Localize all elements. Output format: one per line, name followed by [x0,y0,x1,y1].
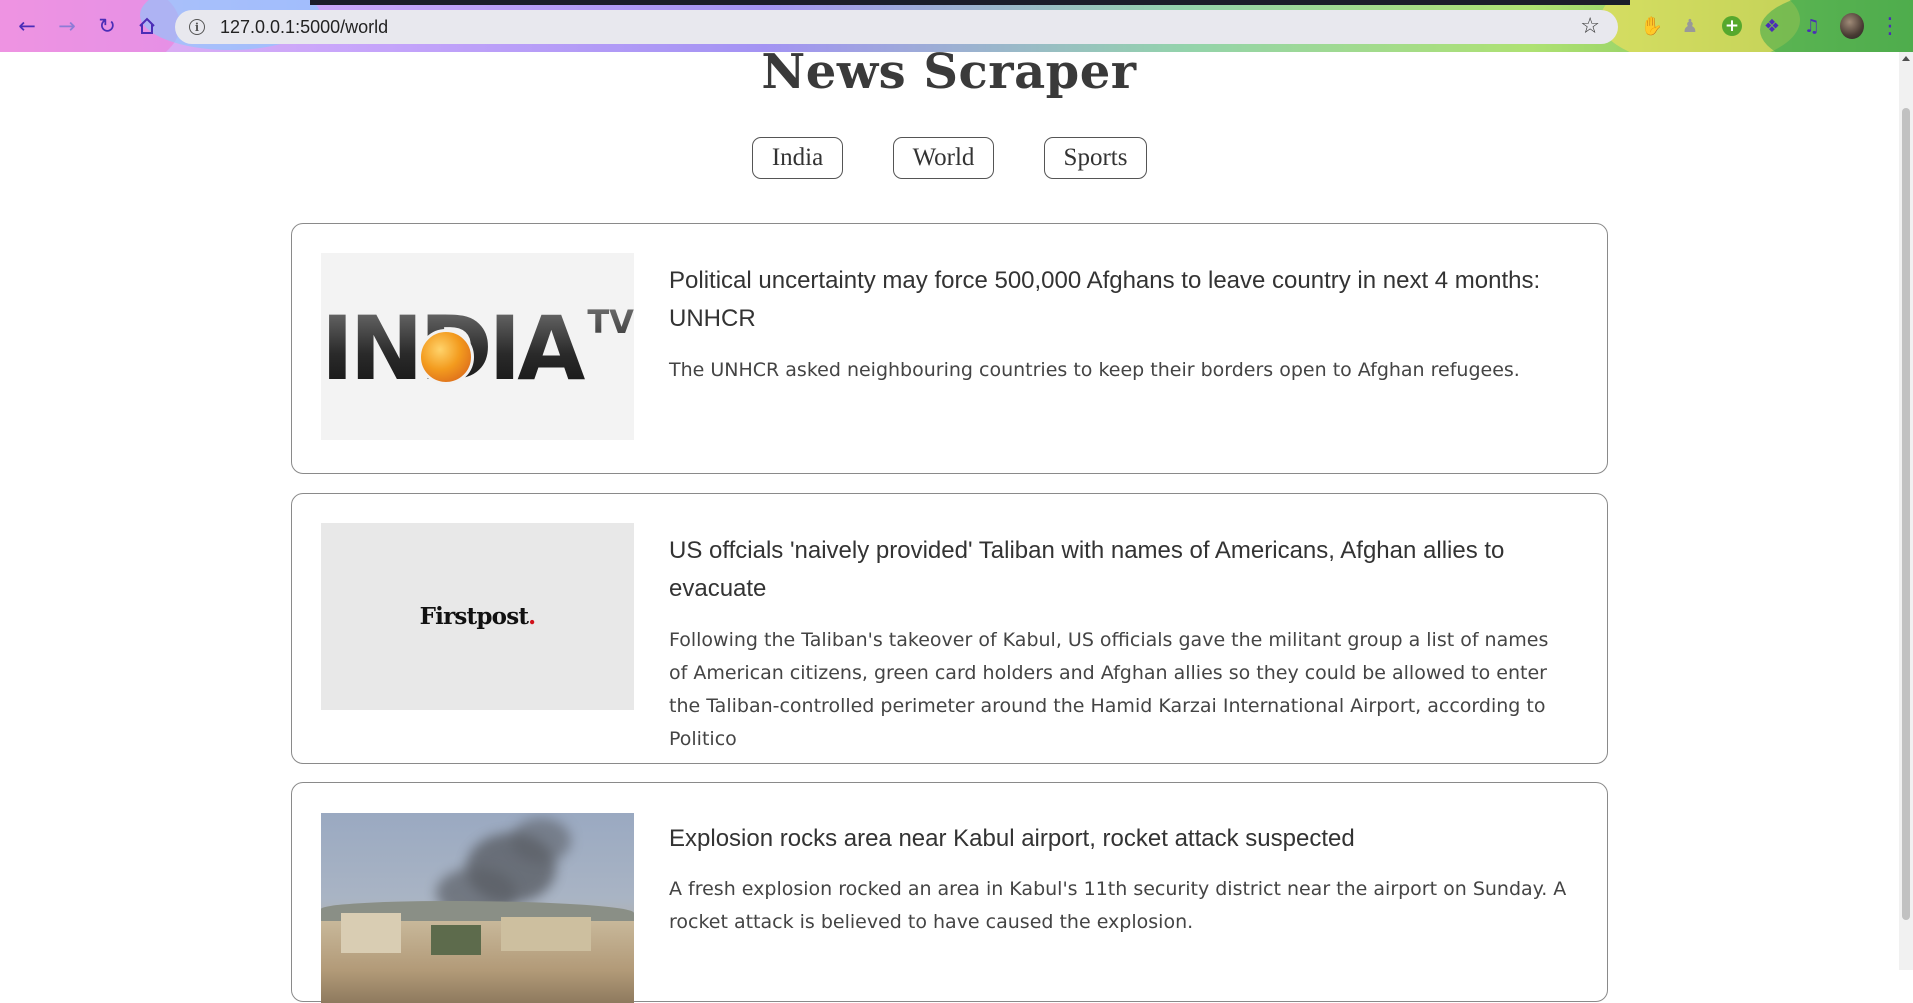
category-button-world[interactable]: World [893,137,994,179]
star-icon[interactable]: ☆ [1580,14,1600,39]
building [501,917,591,951]
category-button-sports[interactable]: Sports [1044,137,1147,179]
firstpost-logo: Firstpost. [321,523,634,710]
article-thumbnail[interactable]: Firstpost. [321,523,634,710]
trees [431,925,481,955]
address-bar[interactable]: i 127.0.0.1:5000/world ☆ [175,10,1618,44]
news-card[interactable]: Firstpost. US offcials 'naively provided… [291,493,1608,764]
article-thumbnail[interactable]: INDIA TV [321,253,634,440]
building [341,913,401,953]
category-button-india[interactable]: India [752,137,843,179]
smoke-plume [511,818,571,863]
extension-plus-icon[interactable]: + [1720,14,1744,38]
explosion-photo [321,813,634,1003]
news-card[interactable]: INDIA TV Political uncertainty may force… [291,223,1608,474]
logo-text: Firstpost [419,603,529,630]
news-card[interactable]: Explosion rocks area near Kabul airport,… [291,782,1608,1003]
page-title: News Scraper [761,44,1137,100]
extension-hand-icon[interactable]: ✋ [1640,14,1664,38]
globe-icon [418,329,474,385]
media-queue-icon[interactable]: ♫ [1800,14,1824,38]
back-icon[interactable]: ← [12,11,42,41]
home-icon[interactable] [132,11,162,41]
url-text[interactable]: 127.0.0.1:5000/world [220,17,388,38]
article-thumbnail[interactable] [321,813,634,1003]
page-scrollbar[interactable] [1899,52,1913,970]
extension-figure-icon[interactable]: ♟ [1678,14,1702,38]
article-title[interactable]: Explosion rocks area near Kabul airport,… [669,820,1569,858]
scrollbar-thumb[interactable] [1902,108,1910,920]
profile-avatar[interactable] [1840,13,1864,39]
reload-icon[interactable]: ↻ [92,11,122,41]
logo-superscript: TV [587,303,634,341]
article-description: The UNHCR asked neighbouring countries t… [669,359,1520,381]
article-title[interactable]: US offcials 'naively provided' Taliban w… [669,532,1569,608]
article-title[interactable]: Political uncertainty may force 500,000 … [669,262,1569,338]
tab-strip-edge [310,0,1630,5]
extensions-puzzle-icon[interactable]: ❖ [1760,14,1784,38]
scroll-up-arrow-icon[interactable] [1902,56,1910,61]
indiatv-logo: INDIA TV [321,253,634,440]
info-icon[interactable]: i [189,19,205,35]
logo-dot: . [528,603,536,630]
forward-icon[interactable]: → [52,11,82,41]
article-description: A fresh explosion rocked an area in Kabu… [669,878,1567,933]
menu-dots-icon[interactable]: ⋮ [1878,14,1902,39]
article-description: Following the Taliban's takeover of Kabu… [669,629,1549,750]
